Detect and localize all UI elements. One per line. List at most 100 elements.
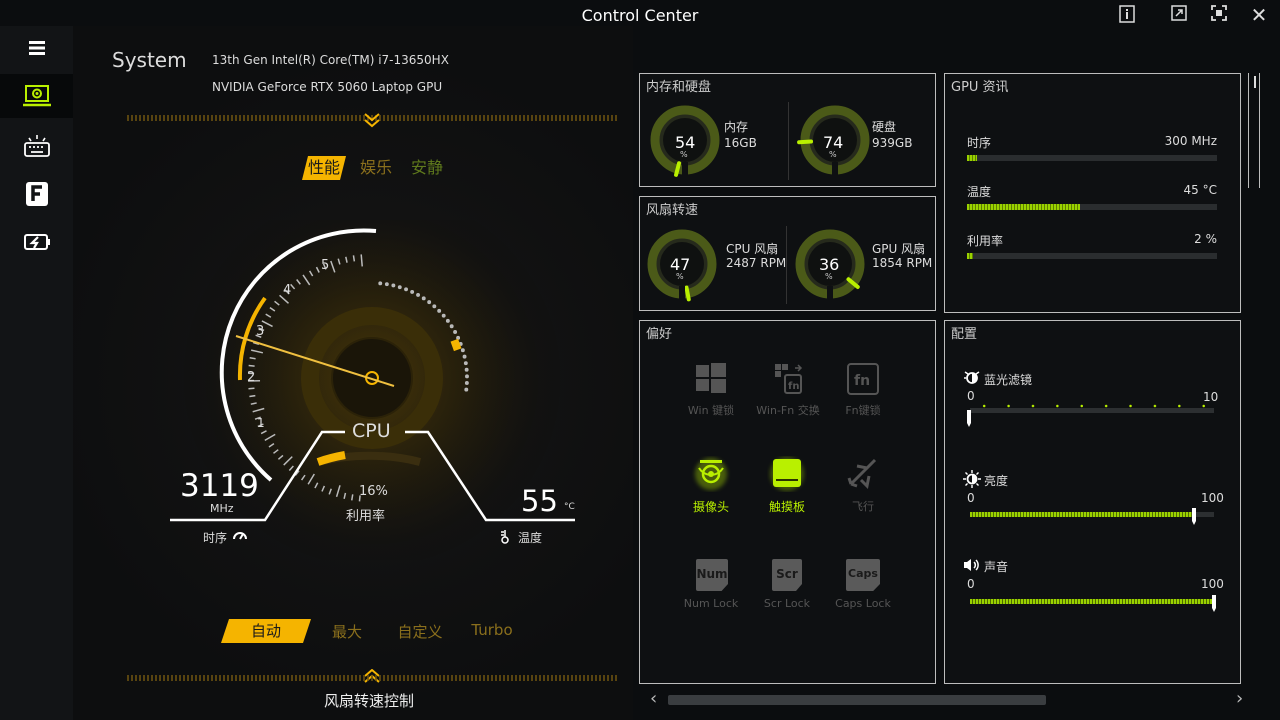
- info-icon[interactable]: [1116, 4, 1138, 26]
- gauge-dot: [432, 304, 437, 309]
- gpu-fan-unit: %: [825, 272, 833, 281]
- scr-lock-icon-text: Scr: [776, 567, 798, 581]
- speaker-icon: [963, 557, 981, 573]
- collapse-icon[interactable]: [362, 112, 382, 128]
- gauge-dot: [427, 300, 432, 305]
- fans-panel-title: 风扇转速: [646, 203, 699, 218]
- pref-win-fn-label: Win-Fn 交换: [756, 404, 820, 417]
- blue-light-thumb[interactable]: [966, 410, 972, 428]
- gauge-dot: [397, 285, 402, 290]
- blue-light-icon: [963, 369, 981, 385]
- menu-icon[interactable]: [0, 26, 73, 70]
- airplane-icon: [847, 458, 877, 490]
- speed-icon: [232, 528, 248, 542]
- disk-label: 硬盘: [872, 120, 897, 134]
- gauge-dot: [460, 348, 465, 353]
- gpu-row-bar: [967, 155, 1217, 161]
- sidebar-item-system[interactable]: [0, 74, 73, 118]
- ring-gap: [827, 286, 833, 300]
- gauge-tick: [248, 387, 255, 390]
- cpu-temp-label: 温度: [518, 531, 543, 545]
- scroll-thumb[interactable]: [1254, 76, 1256, 88]
- fan-control-label[interactable]: 风扇转速控制: [324, 690, 414, 711]
- gauge-dot: [445, 318, 450, 323]
- scroll-right-icon[interactable]: ›: [1236, 690, 1250, 708]
- fan-mode-custom[interactable]: 自定义: [390, 621, 450, 642]
- divider: [788, 102, 789, 180]
- gauge-dot: [437, 308, 442, 313]
- sound-thumb[interactable]: [1211, 595, 1217, 613]
- fan-mode-turbo[interactable]: Turbo: [465, 621, 519, 639]
- gpu-info-title: GPU 资讯: [951, 80, 1009, 95]
- restore-icon[interactable]: [1168, 4, 1190, 26]
- pref-camera[interactable]: [681, 456, 741, 496]
- gauge-tick: [360, 254, 363, 267]
- gauge-tick: [248, 364, 255, 367]
- scale-3: 3: [256, 324, 265, 339]
- divider: [786, 226, 787, 304]
- caps-lock-icon-text: Caps: [848, 567, 878, 580]
- ring-gap: [832, 162, 838, 176]
- brightness-max: 100: [1201, 491, 1224, 505]
- preferences-title: 偏好: [646, 327, 673, 342]
- mode-tab-quiet[interactable]: 安静: [405, 156, 449, 180]
- gauge-dot: [378, 281, 383, 286]
- maximize-icon[interactable]: [1208, 4, 1230, 26]
- mode-tab-performance[interactable]: 性能: [302, 156, 346, 180]
- fn-lock-icon: fn: [847, 363, 879, 395]
- pref-touchpad[interactable]: [757, 456, 817, 496]
- pref-num-lock[interactable]: Num: [696, 559, 728, 591]
- pref-fn-lock[interactable]: fn: [833, 362, 893, 400]
- cpu-label: CPU: [352, 420, 391, 442]
- horizontal-scroll-thumb[interactable]: [668, 695, 1046, 705]
- num-lock-icon-text: Num: [696, 567, 728, 581]
- pref-scr-lock[interactable]: Scr: [772, 559, 802, 591]
- gauge-dot: [456, 335, 461, 340]
- mode-tab-entertainment[interactable]: 娱乐: [354, 156, 398, 180]
- gauge-dot: [416, 292, 421, 297]
- disk-unit: %: [829, 150, 837, 159]
- blue-light-track[interactable]: [970, 408, 1214, 413]
- sound-max: 100: [1201, 577, 1224, 591]
- ring-gap: [682, 162, 688, 176]
- fan-mode-max[interactable]: 最大: [320, 621, 374, 642]
- sound-label: 声音: [984, 560, 1009, 574]
- sidebar-item-fkey[interactable]: [0, 172, 73, 216]
- gpu-row-bar: [967, 253, 1217, 259]
- cpu-usage-value: 16%: [359, 484, 388, 499]
- pref-win-lock[interactable]: [681, 362, 741, 400]
- gauge-dot: [421, 296, 426, 301]
- gauge-dot: [404, 287, 408, 292]
- config-title: 配置: [951, 327, 978, 342]
- gauge-dot: [465, 374, 469, 379]
- scale-4: 4: [283, 283, 292, 298]
- gauge-dot: [462, 354, 467, 359]
- sidebar-item-keyboard[interactable]: [0, 124, 73, 168]
- brightness-icon: [963, 470, 981, 488]
- sound-fill: [970, 599, 1214, 604]
- cpu-clock-label: 时序: [203, 531, 228, 545]
- pref-win-fn-swap[interactable]: fn: [757, 362, 817, 400]
- ram-unit: %: [680, 150, 688, 159]
- disk-detail: 939GB: [872, 136, 913, 150]
- divider-bottom: [127, 675, 617, 681]
- panel-scrollbar[interactable]: [1248, 73, 1260, 188]
- gauge-tick: [249, 394, 256, 398]
- gauge-dot: [384, 282, 389, 287]
- gpu-row-label: 利用率: [967, 234, 1004, 248]
- gauge-tick: [249, 357, 256, 360]
- fan-mode-auto[interactable]: 自动: [221, 619, 311, 643]
- gauge-dot: [441, 313, 446, 318]
- pref-airplane[interactable]: [833, 456, 893, 496]
- close-icon[interactable]: ✕: [1248, 4, 1270, 26]
- pref-caps-lock[interactable]: Caps: [846, 559, 880, 591]
- scale-1: 1: [257, 416, 265, 430]
- brightness-thumb[interactable]: [1191, 508, 1197, 526]
- pref-touchpad-label: 触摸板: [768, 500, 805, 514]
- pref-caps-lock-label: Caps Lock: [835, 597, 891, 610]
- scroll-left-icon[interactable]: ‹: [650, 690, 664, 708]
- win-fn-swap-icon: fn: [775, 364, 803, 394]
- sidebar-item-battery[interactable]: [0, 220, 73, 264]
- blue-light-min: 0: [967, 389, 975, 403]
- gauge-dot: [391, 283, 396, 288]
